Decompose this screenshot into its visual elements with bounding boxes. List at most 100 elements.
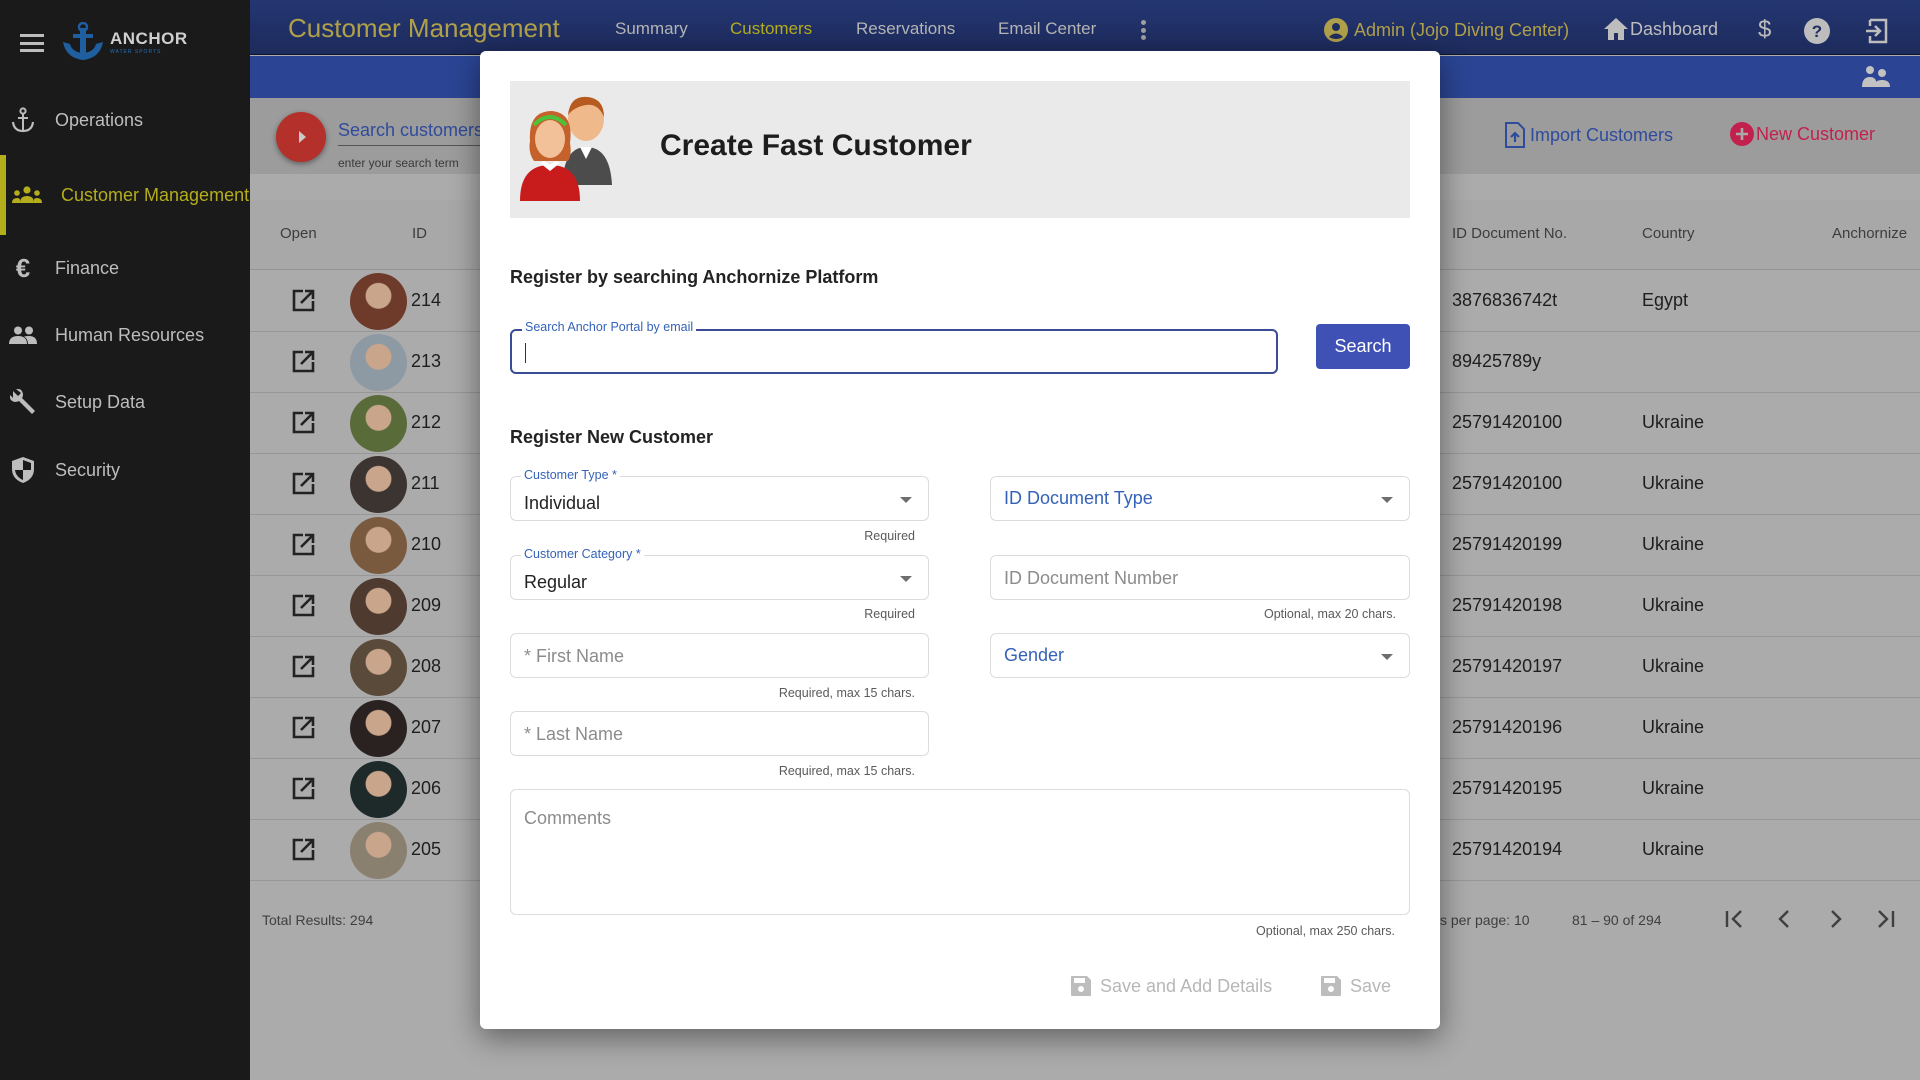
last-name-input[interactable]: * Last Name — [510, 711, 929, 756]
next-page-icon[interactable] — [1824, 908, 1846, 935]
save-button[interactable]: Save — [1320, 975, 1391, 997]
comments-placeholder: Comments — [524, 808, 612, 828]
top-bar: Customer Management Summary Customers Re… — [250, 0, 1920, 55]
customer-type-select[interactable]: Customer Type * Individual — [510, 468, 929, 521]
last-name-hint: Required, max 15 chars. — [778, 764, 915, 778]
tab-email-center[interactable]: Email Center — [998, 19, 1096, 39]
customer-id: 209 — [411, 595, 442, 615]
customer-id: 210 — [411, 534, 442, 554]
sidebar-item-human-resources[interactable]: Human Resources — [0, 315, 250, 355]
open-in-new-icon[interactable] — [291, 716, 315, 745]
open-in-new-icon[interactable] — [291, 350, 315, 379]
expand-search-button[interactable] — [276, 112, 326, 162]
tab-reservations[interactable]: Reservations — [856, 19, 955, 39]
home-icon — [1604, 18, 1628, 40]
last-page-icon[interactable] — [1874, 908, 1896, 935]
customer-category-hint: Required — [864, 607, 915, 621]
avatar — [350, 273, 407, 330]
save-and-add-details-button[interactable]: Save and Add Details — [1070, 975, 1272, 997]
id-document-no: 25791420194 — [1452, 839, 1563, 859]
items-per-page[interactable]: s per page: 10 — [1440, 912, 1530, 928]
section-title-search: Register by searching Anchornize Platfor… — [510, 267, 879, 287]
previous-page-icon[interactable] — [1774, 908, 1796, 935]
sidebar-item-label: Human Resources — [55, 324, 205, 345]
search-button[interactable]: Search — [1316, 324, 1410, 369]
dialog-header: Create Fast Customer — [510, 81, 1410, 218]
comments-textarea[interactable]: Comments — [510, 789, 1410, 915]
sidebar-item-operations[interactable]: Operations — [0, 100, 250, 140]
id-document-number-input[interactable]: ID Document Number — [990, 555, 1410, 600]
user-menu[interactable]: Admin (Jojo Diving Center) — [1324, 18, 1569, 42]
account-circle-icon — [1324, 18, 1348, 42]
open-in-new-icon[interactable] — [291, 472, 315, 501]
save-icon — [1321, 976, 1341, 996]
tab-customers[interactable]: Customers — [730, 19, 812, 39]
first-name-hint: Required, max 15 chars. — [778, 686, 915, 700]
save-label: Save — [1350, 975, 1392, 996]
open-in-new-icon[interactable] — [291, 411, 315, 440]
dashboard-link[interactable]: Dashboard — [1604, 18, 1718, 40]
avatar — [350, 639, 407, 696]
portal-email-search-input[interactable]: Search Anchor Portal by email — [510, 320, 1278, 374]
sidebar-item-finance[interactable]: € Finance — [0, 248, 250, 288]
open-in-new-icon[interactable] — [291, 777, 315, 806]
page-range: 81 – 90 of 294 — [1572, 912, 1662, 928]
id-document-type-placeholder: ID Document Type — [1004, 488, 1153, 508]
avatar — [350, 517, 407, 574]
country: Ukraine — [1642, 717, 1705, 737]
sidebar-header: ANCHOR WATER SPORTS — [0, 0, 250, 90]
sidebar-item-customer-management[interactable]: Customer Management — [0, 155, 250, 235]
sidebar-item-label: Customer Management — [61, 184, 250, 205]
customer-id: 206 — [411, 778, 442, 798]
customer-type-value: Individual — [524, 493, 601, 513]
column-header-anchornize[interactable]: Anchornize — [1832, 225, 1907, 242]
column-header-open[interactable]: Open — [280, 225, 317, 242]
dollar-icon[interactable]: $ — [1758, 16, 1771, 44]
avatar — [350, 700, 407, 757]
logout-icon[interactable] — [1864, 18, 1890, 49]
country: Ukraine — [1642, 534, 1705, 554]
open-in-new-icon[interactable] — [291, 655, 315, 684]
id-document-type-select[interactable]: ID Document Type — [990, 476, 1410, 521]
country: Ukraine — [1642, 656, 1705, 676]
customer-category-value: Regular — [524, 572, 588, 592]
tab-summary[interactable]: Summary — [615, 19, 688, 39]
menu-icon[interactable] — [20, 34, 44, 52]
first-page-icon[interactable] — [1724, 908, 1746, 935]
text-cursor — [525, 343, 526, 363]
customer-category-select[interactable]: Customer Category * Regular — [510, 547, 929, 600]
more-vert-icon[interactable] — [1140, 20, 1146, 40]
open-in-new-icon[interactable] — [291, 533, 315, 562]
avatar — [350, 822, 407, 879]
import-customers-button[interactable]: Import Customers — [1504, 122, 1673, 148]
groups-icon — [12, 180, 42, 210]
sidebar-item-setup-data[interactable]: Setup Data — [0, 382, 250, 422]
dropdown-arrow-icon — [1381, 497, 1393, 503]
new-customer-button[interactable]: New Customer — [1730, 122, 1875, 146]
sidebar-item-label: Security — [55, 459, 121, 480]
group-icon[interactable] — [1862, 65, 1890, 94]
column-header-id[interactable]: ID — [412, 225, 427, 242]
first-name-input[interactable]: * First Name — [510, 633, 929, 678]
customer-id: 208 — [411, 656, 442, 676]
open-in-new-icon[interactable] — [291, 594, 315, 623]
help-icon[interactable]: ? — [1804, 18, 1830, 49]
portal-email-label: Search Anchor Portal by email — [522, 320, 697, 334]
save-and-add-details-label: Save and Add Details — [1100, 975, 1273, 996]
id-document-no: 25791420100 — [1452, 412, 1563, 432]
anchor-icon — [8, 105, 38, 135]
sidebar-item-security[interactable]: Security — [0, 450, 250, 490]
country: Ukraine — [1642, 595, 1705, 615]
customer-category-label: Customer Category * — [521, 547, 644, 561]
open-in-new-icon[interactable] — [291, 289, 315, 318]
customer-id: 211 — [411, 473, 440, 493]
id-document-number-placeholder: ID Document Number — [1004, 568, 1179, 588]
customers-illustration-icon — [520, 96, 612, 201]
column-header-country[interactable]: Country — [1642, 225, 1695, 242]
gender-placeholder: Gender — [1004, 645, 1065, 665]
euro-icon: € — [15, 252, 31, 283]
id-document-no: 25791420199 — [1452, 534, 1563, 554]
column-header-doc[interactable]: ID Document No. — [1452, 225, 1567, 242]
open-in-new-icon[interactable] — [291, 838, 315, 867]
gender-select[interactable]: Gender — [990, 633, 1410, 678]
